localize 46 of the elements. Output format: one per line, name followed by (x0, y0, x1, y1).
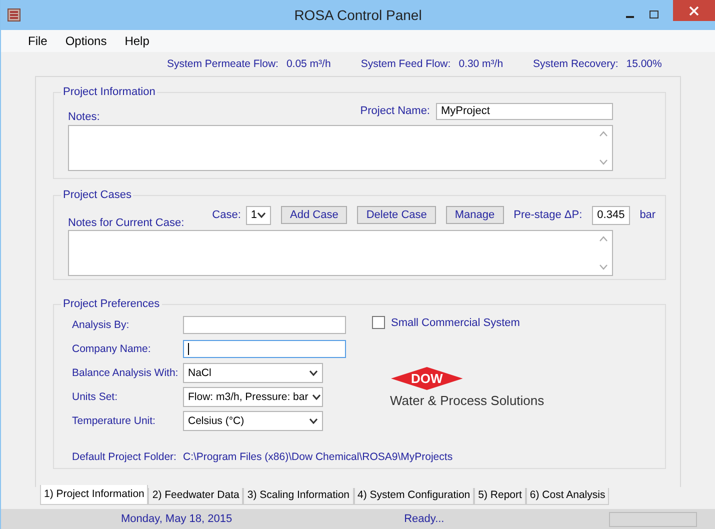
summary-value: 15.00% (626, 58, 662, 70)
menu-item[interactable]: File (28, 34, 48, 48)
tab[interactable]: 3) Scaling Information (243, 488, 354, 505)
field-label: Notes: (68, 111, 100, 123)
prestage-field[interactable]: 0.345 (592, 206, 630, 224)
dropdown[interactable]: Flow: m3/h, Pressure: bar (183, 387, 323, 407)
action-button[interactable]: Delete Case (357, 206, 436, 224)
action-button[interactable]: Manage (446, 206, 504, 224)
folder-path: C:\Program Files (x86)\Dow Chemical\ROSA9\MyProjects (183, 451, 453, 463)
group-title: Project Preferences (62, 298, 161, 310)
group-title: Project Information (62, 86, 156, 98)
tab[interactable]: 5) Report (474, 488, 526, 505)
field-label: Pre-stage ΔP: (514, 209, 582, 221)
field-label: Units Set: (72, 391, 119, 403)
logo: DOW (391, 367, 463, 390)
field-label: Balance Analysis With: (72, 367, 180, 379)
field-label: Case: (212, 209, 241, 221)
tab[interactable]: 2) Feedwater Data (148, 488, 244, 505)
field-label: Project Name: (360, 105, 430, 117)
field-label: Notes for Current Case: (68, 217, 184, 229)
summary-label: System Recovery: (533, 58, 618, 70)
summary-label: System Permeate Flow: (167, 58, 278, 70)
status-message: Ready... (404, 513, 444, 525)
field-label: Company Name: (72, 343, 152, 355)
summary-value: 0.05 m³/h (286, 58, 331, 70)
field-label: Default Project Folder: (72, 451, 178, 463)
tab[interactable]: 6) Cost Analysis (526, 488, 610, 505)
menu-item[interactable]: Help (124, 34, 150, 48)
unit-label: bar (640, 209, 656, 221)
menu-item[interactable]: Options (65, 34, 107, 48)
dropdown[interactable]: Celsius (°C) (183, 411, 323, 431)
summary-label: System Feed Flow: (360, 58, 451, 70)
action-button[interactable]: Add Case (281, 206, 348, 224)
logo-tagline: Water & Process Solutions (390, 393, 544, 408)
checkbox-label: Small Commercial System (391, 316, 520, 328)
tab[interactable]: 4) System Configuration (354, 488, 474, 505)
case-dropdown[interactable]: 1 (246, 206, 272, 224)
field-label: Analysis By: (72, 319, 130, 331)
group-title: Project Cases (62, 189, 132, 201)
field-label: Temperature Unit: (72, 415, 156, 427)
dropdown[interactable]: NaCl (183, 363, 323, 383)
summary-value: 0.30 m³/h (458, 58, 504, 70)
window-title: ROSA Control Panel (293, 7, 423, 23)
status-date: Monday, May 18, 2015 (121, 513, 232, 525)
project-name-field[interactable]: MyProject (436, 102, 613, 120)
tab[interactable]: 1) Project Information (40, 485, 148, 505)
